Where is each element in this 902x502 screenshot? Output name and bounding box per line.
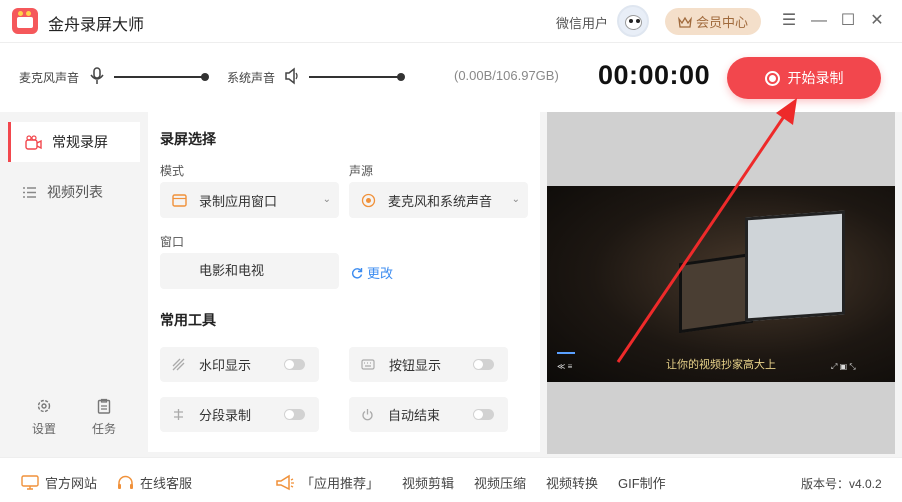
keystroke-toggle-item[interactable]: 按钮显示 [349, 347, 508, 382]
video-frame-monitor [745, 210, 845, 322]
video-frame-tablet [679, 252, 753, 334]
start-recording-label: 开始录制 [787, 70, 844, 86]
keyboard-icon [361, 359, 375, 370]
sidebar-item-regular-recording[interactable]: 常规录屏 [8, 122, 140, 162]
auto-stop-toggle-item[interactable]: 自动结束 [349, 397, 508, 432]
monitor-icon [21, 475, 39, 490]
storage-info: (0.00B/106.97GB) [454, 68, 559, 83]
crown-icon [678, 16, 692, 28]
window-icon [172, 193, 187, 207]
app-logo-icon [12, 8, 38, 34]
clipboard-icon [97, 398, 111, 414]
sidebar-item-video-list[interactable]: 视频列表 [8, 172, 140, 212]
maximize-button[interactable]: ☐ [837, 10, 859, 32]
watermark-icon [172, 358, 185, 371]
refresh-icon [351, 267, 363, 278]
tools-section-title: 常用工具 [160, 312, 216, 328]
segment-icon [174, 409, 183, 420]
keystroke-toggle[interactable] [473, 359, 494, 370]
sidebar-item-label: 常规录屏 [52, 134, 108, 150]
segment-toggle[interactable] [284, 409, 305, 420]
watermark-toggle-item[interactable]: 水印显示 [160, 347, 319, 382]
official-website-label: 官方网站 [45, 476, 98, 491]
footer-link-gif[interactable]: GIF制作 [618, 473, 666, 492]
recording-settings-panel: 录屏选择 模式 录制应用窗口 ⌄ 声源 麦克风和系统声音 ⌄ 窗口 电影和电视 … [148, 112, 540, 452]
footer-link-video-compress[interactable]: 视频压缩 [474, 473, 526, 492]
footer-link-video-convert[interactable]: 视频转换 [546, 473, 598, 492]
headset-icon [118, 475, 133, 489]
mode-dropdown[interactable]: 录制应用窗口 ⌄ [160, 182, 339, 218]
tool-label: 按钮显示 [389, 358, 442, 373]
audio-source-dropdown[interactable]: 麦克风和系统声音 ⌄ [349, 182, 528, 218]
camera-icon [25, 134, 42, 150]
tasks-button[interactable]: 任务 [84, 398, 124, 437]
app-title: 金舟录屏大师 [48, 17, 145, 34]
audio-source-value: 麦克风和系统声音 [388, 193, 493, 209]
list-icon [23, 186, 36, 198]
watermark-toggle[interactable] [284, 359, 305, 370]
sidebar: 常规录屏 视频列表 [0, 112, 147, 457]
video-subtitle: 让你的视频抄家高大上 [666, 359, 776, 371]
footer-bar: 官方网站 在线客服 「应用推荐」 视频剪辑 视频压缩 视频转换 GIF制作 版本… [0, 457, 902, 502]
gear-icon [37, 399, 51, 413]
mic-label: 麦克风声音 [19, 71, 80, 85]
system-volume-slider[interactable] [309, 73, 405, 81]
change-label: 更改 [367, 266, 394, 281]
menu-icon[interactable]: ☰ [778, 10, 800, 32]
vip-center-button[interactable]: 会员中心 [665, 8, 761, 35]
segment-toggle-item[interactable]: 分段录制 [160, 397, 319, 432]
tool-label: 自动结束 [388, 408, 441, 423]
megaphone-icon [276, 474, 294, 490]
tasks-label: 任务 [91, 422, 116, 436]
app-recommend-label: 「应用推荐」 [301, 476, 380, 491]
audio-source-label: 声源 [349, 164, 374, 178]
chevron-down-icon: ⌄ [511, 194, 520, 205]
settings-label: 设置 [31, 422, 56, 436]
minimize-button[interactable]: — [808, 10, 830, 32]
vip-center-label: 会员中心 [695, 15, 748, 30]
system-sound-label: 系统声音 [227, 71, 276, 85]
mode-value: 录制应用窗口 [199, 193, 278, 209]
chevron-down-icon: ⌄ [322, 194, 331, 205]
record-icon [764, 70, 780, 86]
auto-stop-toggle[interactable] [473, 409, 494, 420]
window-label: 窗口 [160, 235, 185, 249]
start-recording-button[interactable]: 开始录制 [727, 57, 881, 99]
video-progress-bar[interactable] [557, 352, 575, 354]
recording-timer: 00:00:00 [598, 60, 711, 90]
online-support-label: 在线客服 [140, 476, 193, 491]
sidebar-item-label: 视频列表 [47, 184, 103, 200]
change-window-link[interactable]: 更改 [351, 263, 393, 282]
official-website-link[interactable]: 官方网站 [21, 473, 97, 492]
power-icon [362, 409, 373, 421]
window-selection-box[interactable]: 电影和电视 [160, 253, 339, 289]
footer-link-video-edit[interactable]: 视频剪辑 [402, 473, 454, 492]
online-support-link[interactable]: 在线客服 [117, 473, 192, 492]
mode-label: 模式 [160, 164, 185, 178]
screen-section-title: 录屏选择 [160, 131, 216, 147]
mic-volume-slider[interactable] [114, 73, 209, 81]
title-bar: 金舟录屏大师 微信用户 会员中心 ☰ — ☐ ✕ [0, 0, 902, 42]
tool-label: 水印显示 [199, 358, 252, 373]
audio-source-icon [361, 193, 376, 207]
video-preview[interactable]: ≪ ≡ ⤢ ▣ ⤡ 让你的视频抄家高大上 [547, 186, 895, 382]
user-name[interactable]: 微信用户 [556, 13, 608, 32]
tool-label: 分段录制 [199, 408, 252, 423]
avatar[interactable] [617, 5, 649, 37]
app-recommend-link[interactable]: 「应用推荐」 [275, 473, 379, 492]
settings-button[interactable]: 设置 [24, 398, 64, 437]
version-label: 版本号：v4.0.2 [801, 477, 882, 491]
microphone-icon[interactable] [89, 67, 105, 85]
close-button[interactable]: ✕ [866, 10, 888, 32]
speaker-icon[interactable] [284, 67, 300, 85]
audio-toolbar: 麦克风声音 系统声音 (0.00B/106.97GB) 00:00:00 开始录… [0, 42, 902, 112]
